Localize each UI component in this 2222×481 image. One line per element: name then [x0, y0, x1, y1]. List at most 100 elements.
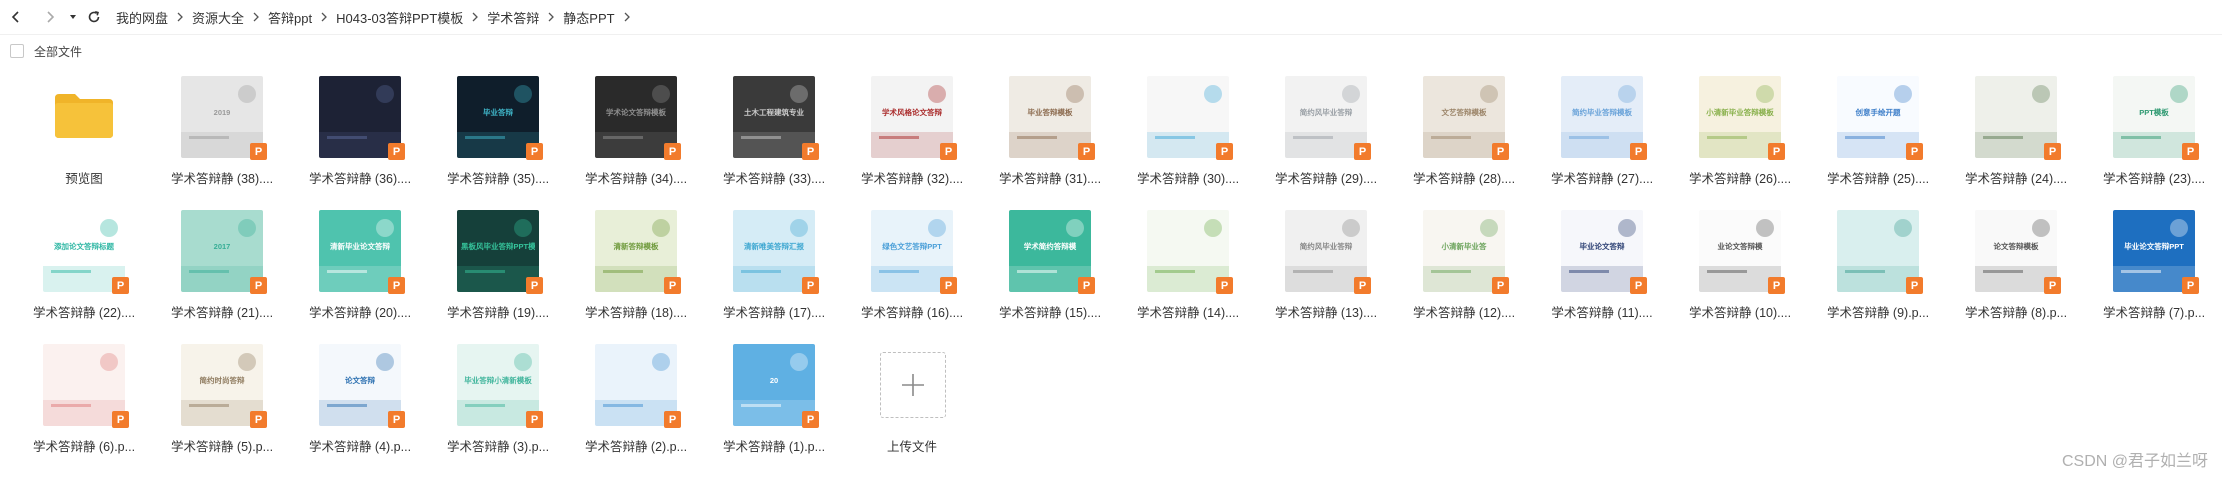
- breadcrumb-item[interactable]: 静态PPT: [563, 8, 614, 27]
- history-dropdown[interactable]: [64, 5, 82, 29]
- ppt-file-type-icon: P: [664, 277, 681, 294]
- ppt-file-item[interactable]: 毕业论文答辩PPT P 学术答辩静 (7).p...: [2078, 210, 2212, 338]
- refresh-button[interactable]: [82, 5, 106, 29]
- ppt-thumbnail: 清新唯美答辩汇报 P: [733, 210, 819, 294]
- ppt-file-item[interactable]: 毕业论文答辩 P 学术答辩静 (11)....: [1526, 210, 1660, 338]
- ppt-file-item[interactable]: P 学术答辩静 (6).p...: [8, 344, 142, 472]
- slide-title-text: 毕业论文答辩: [1579, 242, 1625, 251]
- slide-title-text: 清新答辩模板: [613, 242, 659, 251]
- forward-button[interactable]: [38, 5, 62, 29]
- ppt-file-type-icon: P: [2044, 143, 2061, 160]
- select-all-checkbox[interactable]: [10, 44, 24, 58]
- ppt-file-item[interactable]: P 学术答辩静 (36)....: [284, 76, 418, 204]
- ppt-file-item[interactable]: 简约毕业答辩模板 P 学术答辩静 (27)....: [1526, 76, 1660, 204]
- ppt-thumbnail: 简约风毕业答辩 P: [1285, 76, 1371, 160]
- ppt-file-item[interactable]: 学术简约答辩模 P 学术答辩静 (15)....: [974, 210, 1108, 338]
- breadcrumb-item[interactable]: 我的网盘: [116, 8, 168, 27]
- ppt-file-item[interactable]: P 学术答辩静 (9).p...: [1802, 210, 1936, 338]
- ppt-file-type-icon: P: [2182, 143, 2199, 160]
- folder-item[interactable]: 预览图: [8, 76, 142, 204]
- ppt-file-item[interactable]: 学术风格论文答辩 P 学术答辩静 (32)....: [836, 76, 970, 204]
- ppt-file-item[interactable]: 添加论文答辩标题 P 学术答辩静 (22)....: [8, 210, 142, 338]
- ppt-thumbnail: 清新毕业论文答辩 P: [319, 210, 405, 294]
- breadcrumb-item[interactable]: 资源大全: [192, 8, 244, 27]
- ppt-file-item[interactable]: 清新唯美答辩汇报 P 学术答辩静 (17)....: [698, 210, 832, 338]
- file-name-label: 学术答辩静 (25)....: [1826, 172, 1930, 186]
- file-name-label: 学术答辩静 (3).p...: [446, 440, 550, 454]
- ppt-thumbnail: P: [43, 344, 129, 428]
- ppt-file-type-icon: P: [112, 411, 129, 428]
- ppt-thumbnail: 文艺答辩模板 P: [1423, 76, 1509, 160]
- ppt-file-item[interactable]: PPT模板 P 学术答辩静 (23)....: [2078, 76, 2212, 204]
- ppt-file-type-icon: P: [250, 143, 267, 160]
- ppt-file-item[interactable]: 2017 P 学术答辩静 (21)....: [146, 210, 280, 338]
- ppt-thumbnail: 学术风格论文答辩 P: [871, 76, 957, 160]
- ppt-file-item[interactable]: 简约风毕业答辩 P 学术答辩静 (29)....: [1250, 76, 1384, 204]
- ppt-thumbnail: 毕业答辩 P: [457, 76, 543, 160]
- slide-title-text: 2017: [213, 242, 231, 251]
- file-name-label: 学术答辩静 (29)....: [1274, 172, 1378, 186]
- breadcrumb-item[interactable]: 学术答辩: [487, 8, 539, 27]
- file-name-label: 学术答辩静 (7).p...: [2102, 306, 2206, 320]
- ppt-file-item[interactable]: P 学术答辩静 (24)....: [1940, 76, 2074, 204]
- upload-file-button[interactable]: 上传文件: [836, 344, 970, 472]
- breadcrumb-item[interactable]: H043-03答辩PPT模板: [336, 8, 463, 27]
- ppt-file-item[interactable]: 创意手绘开题 P 学术答辩静 (25)....: [1802, 76, 1936, 204]
- slide-title-text: 添加论文答辩标题: [54, 242, 114, 251]
- ppt-file-item[interactable]: P 学术答辩静 (14)....: [1112, 210, 1246, 338]
- ppt-file-item[interactable]: 论文答辩 P 学术答辩静 (4).p...: [284, 344, 418, 472]
- back-button[interactable]: [4, 5, 28, 29]
- ppt-thumbnail: 毕业答辩小清新模板 P: [457, 344, 543, 428]
- file-name-label: 学术答辩静 (13)....: [1274, 306, 1378, 320]
- ppt-file-type-icon: P: [526, 143, 543, 160]
- ppt-file-item[interactable]: 学术论文答辩模板 P 学术答辩静 (34)....: [560, 76, 694, 204]
- ppt-file-item[interactable]: 简约风毕业答辩 P 学术答辩静 (13)....: [1250, 210, 1384, 338]
- file-name-label: 学术答辩静 (34)....: [584, 172, 688, 186]
- file-name-label: 学术答辩静 (38)....: [170, 172, 274, 186]
- ppt-file-type-icon: P: [1078, 143, 1095, 160]
- ppt-thumbnail: 黑板风毕业答辩PPT模板 P: [457, 210, 543, 294]
- slide-title-text: 简约毕业答辩模板: [1572, 108, 1632, 117]
- ppt-file-item[interactable]: 2019 P 学术答辩静 (38)....: [146, 76, 280, 204]
- file-name-label: 学术答辩静 (1).p...: [722, 440, 826, 454]
- ppt-thumbnail: 论文答辩模板 P: [1975, 210, 2061, 294]
- slide-title-text: 文艺答辩模板: [1441, 108, 1487, 117]
- ppt-thumbnail: 2017 P: [181, 210, 267, 294]
- ppt-thumbnail: 小清新毕业答辩模板 P: [1699, 76, 1785, 160]
- ppt-file-item[interactable]: 毕业答辩 P 学术答辩静 (35)....: [422, 76, 556, 204]
- ppt-file-item[interactable]: 绿色文艺答辩PPT P 学术答辩静 (16)....: [836, 210, 970, 338]
- ppt-file-type-icon: P: [1768, 143, 1785, 160]
- ppt-file-type-icon: P: [388, 411, 405, 428]
- ppt-file-item[interactable]: 小清新毕业答 P 学术答辩静 (12)....: [1388, 210, 1522, 338]
- ppt-file-item[interactable]: 清新毕业论文答辩 P 学术答辩静 (20)....: [284, 210, 418, 338]
- ppt-file-type-icon: P: [388, 277, 405, 294]
- ppt-file-item[interactable]: P 学术答辩静 (2).p...: [560, 344, 694, 472]
- ppt-file-item[interactable]: 毕业答辩模板 P 学术答辩静 (31)....: [974, 76, 1108, 204]
- ppt-thumbnail: P: [1837, 210, 1923, 294]
- ppt-file-item[interactable]: 业论文答辩模 P 学术答辩静 (10)....: [1664, 210, 1798, 338]
- ppt-thumbnail: 20 P: [733, 344, 819, 428]
- ppt-file-type-icon: P: [1216, 143, 1233, 160]
- ppt-file-item[interactable]: 黑板风毕业答辩PPT模板 P 学术答辩静 (19)....: [422, 210, 556, 338]
- slide-title-text: PPT模板: [2139, 108, 2169, 117]
- ppt-file-type-icon: P: [1630, 143, 1647, 160]
- ppt-file-item[interactable]: 土木工程建筑专业 P 学术答辩静 (33)....: [698, 76, 832, 204]
- ppt-file-item[interactable]: 简约时尚答辩 P 学术答辩静 (5).p...: [146, 344, 280, 472]
- file-name-label: 学术答辩静 (14)....: [1136, 306, 1240, 320]
- ppt-thumbnail: P: [1147, 76, 1233, 160]
- ppt-file-item[interactable]: 清新答辩模板 P 学术答辩静 (18)....: [560, 210, 694, 338]
- file-name-label: 学术答辩静 (6).p...: [32, 440, 136, 454]
- file-name-label: 学术答辩静 (28)....: [1412, 172, 1516, 186]
- ppt-file-item[interactable]: 毕业答辩小清新模板 P 学术答辩静 (3).p...: [422, 344, 556, 472]
- ppt-file-item[interactable]: 论文答辩模板 P 学术答辩静 (8).p...: [1940, 210, 2074, 338]
- ppt-file-item[interactable]: 20 P 学术答辩静 (1).p...: [698, 344, 832, 472]
- file-name-label: 学术答辩静 (30)....: [1136, 172, 1240, 186]
- ppt-thumbnail: 学术论文答辩模板 P: [595, 76, 681, 160]
- ppt-file-item[interactable]: P 学术答辩静 (30)....: [1112, 76, 1246, 204]
- file-name-label: 学术答辩静 (16)....: [860, 306, 964, 320]
- ppt-file-item[interactable]: 文艺答辩模板 P 学术答辩静 (28)....: [1388, 76, 1522, 204]
- ppt-file-item[interactable]: 小清新毕业答辩模板 P 学术答辩静 (26)....: [1664, 76, 1798, 204]
- breadcrumb-separator-icon: [623, 12, 631, 22]
- breadcrumb-item[interactable]: 答辩ppt: [268, 8, 312, 27]
- slide-title-text: 2019: [213, 108, 231, 117]
